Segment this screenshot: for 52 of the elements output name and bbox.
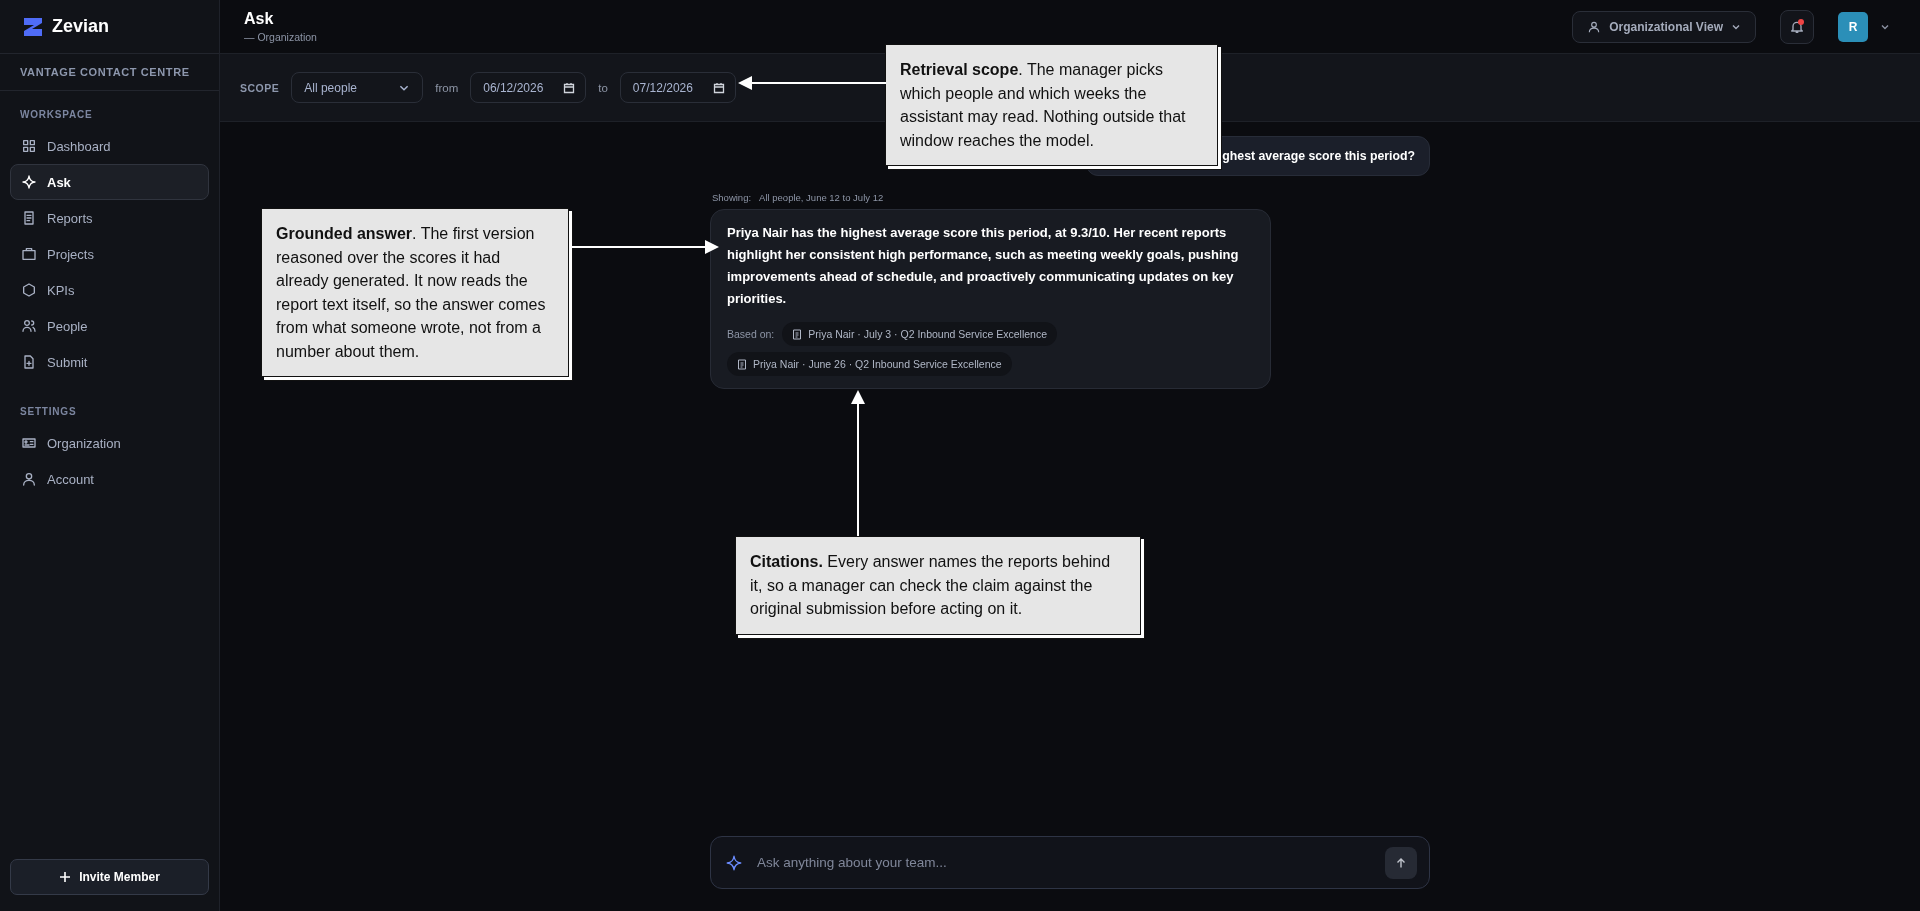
avatar[interactable]: R: [1838, 11, 1868, 42]
person-icon: [1587, 19, 1602, 34]
based-on-label: Based on:: [727, 328, 775, 340]
plus-icon: [59, 871, 72, 883]
logo-icon: [22, 15, 44, 38]
date-field[interactable]: 06/12/2026: [470, 72, 587, 103]
arrow-up-icon: [1395, 856, 1407, 869]
answer-text: Priya Nair has the highest average score this period, at 9.3/10. Her recent reports highlight her consistent high performance, such as meeting weekly goals, pushing improvements ahead of schedule, and proactively communicating updates on key priorities.: [727, 224, 1240, 308]
nav-item[interactable]: Submit: [10, 344, 209, 380]
document-icon: [737, 358, 747, 370]
person-icon: [21, 471, 37, 487]
nav-item[interactable]: Ask: [10, 164, 209, 200]
nav-item[interactable]: KPIs: [10, 272, 209, 308]
notifications-button[interactable]: [1780, 9, 1814, 44]
people-select[interactable]: All people: [291, 72, 424, 103]
idcard-icon: [21, 435, 37, 451]
showing-label: Showing:: [712, 192, 752, 203]
section-title: SETTINGS: [19, 406, 78, 419]
citation-chip[interactable]: Priya Nair · June 26 · Q2 Inbound Service Excellence: [727, 352, 1012, 376]
from-label: from: [435, 81, 459, 94]
brand-name: Zevian: [52, 16, 110, 37]
to-label: to: [598, 81, 608, 94]
document-icon: [792, 328, 803, 340]
nav-item[interactable]: Dashboard: [10, 128, 209, 164]
showing-scope: All people, June 12 to July 12: [759, 192, 884, 203]
nav-item[interactable]: Projects: [10, 236, 209, 272]
scope-label: SCOPE: [240, 81, 280, 94]
file-plus-icon: [21, 354, 37, 370]
view-dropdown[interactable]: Organizational View: [1572, 10, 1756, 43]
invite-member-button[interactable]: Invite Member: [10, 859, 209, 895]
briefcase-icon: [21, 246, 37, 262]
calendar-icon: [563, 81, 576, 94]
people-icon: [21, 318, 37, 334]
nav-item[interactable]: Account: [10, 461, 209, 497]
calendar-icon: [712, 81, 725, 94]
ask-input[interactable]: Ask anything about your team...: [755, 854, 1373, 871]
nav-item[interactable]: Reports: [10, 200, 209, 236]
sparkle-icon: [725, 853, 743, 872]
ask-field[interactable]: Ask anything about your team...: [710, 836, 1430, 889]
page-subtitle: — Organization: [244, 31, 317, 43]
sparkle-icon: [21, 174, 37, 190]
page-title: Ask: [244, 10, 275, 28]
nav-item[interactable]: Organization: [10, 425, 209, 461]
organization-name: VANTAGE CONTACT CENTRE: [0, 54, 219, 91]
citation-chip[interactable]: Priya Nair · July 3 · Q2 Inbound Service Excellence: [782, 322, 1057, 346]
hexagon-icon: [21, 282, 37, 298]
send-button[interactable]: [1385, 846, 1417, 879]
date-field[interactable]: 07/12/2026: [619, 72, 736, 103]
nav-item[interactable]: People: [10, 308, 209, 344]
doc-icon: [21, 210, 37, 226]
grid-icon: [21, 138, 37, 154]
section-title: WORKSPACE: [19, 109, 94, 122]
